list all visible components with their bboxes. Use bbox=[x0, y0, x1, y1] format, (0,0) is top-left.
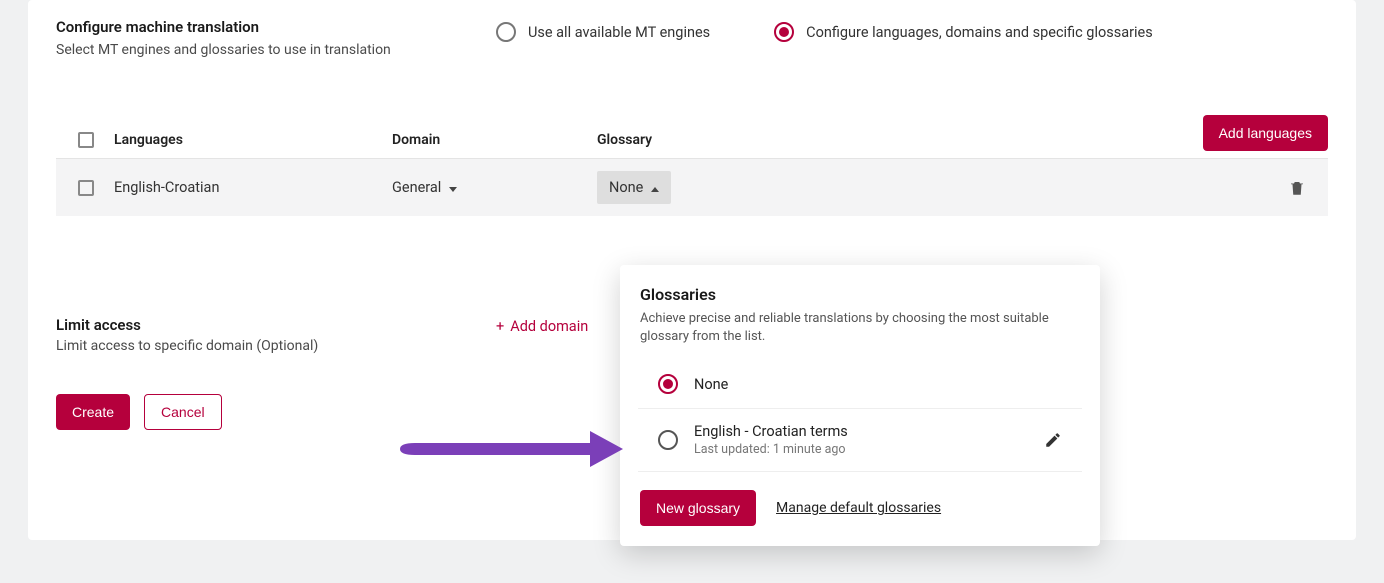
section-title: Configure machine translation bbox=[56, 18, 496, 36]
create-button[interactable]: Create bbox=[56, 394, 130, 430]
panel-footer: New glossary Manage default glossaries bbox=[620, 472, 1100, 526]
glossary-option-subtitle: Last updated: 1 minute ago bbox=[694, 442, 1044, 457]
limit-subtitle: Limit access to specific domain (Optiona… bbox=[56, 338, 496, 354]
glossary-panel: Glossaries Achieve precise and reliable … bbox=[620, 265, 1100, 546]
domain-dropdown[interactable]: General bbox=[392, 179, 597, 196]
chevron-down-icon bbox=[449, 179, 457, 196]
trash-icon bbox=[1288, 179, 1306, 197]
radio-icon bbox=[658, 430, 678, 450]
section-subtitle: Select MT engines and glossaries to use … bbox=[56, 42, 496, 58]
add-domain-button[interactable]: + Add domain bbox=[496, 316, 588, 335]
radio-icon bbox=[496, 22, 516, 42]
header-text: Configure machine translation Select MT … bbox=[56, 18, 496, 58]
select-all-checkbox[interactable] bbox=[78, 132, 94, 148]
radio-icon-selected bbox=[658, 374, 678, 394]
glossary-dropdown[interactable]: None bbox=[597, 171, 671, 204]
panel-description: Achieve precise and reliable translation… bbox=[620, 310, 1100, 360]
table-row: English-Croatian General None bbox=[56, 159, 1328, 216]
add-languages-button[interactable]: Add languages bbox=[1203, 115, 1328, 151]
table-header: Languages Domain Glossary bbox=[56, 122, 1328, 159]
glossary-option-none[interactable]: None bbox=[638, 360, 1082, 409]
pencil-icon bbox=[1044, 431, 1062, 449]
plus-icon: + bbox=[496, 318, 504, 335]
new-glossary-button[interactable]: New glossary bbox=[640, 490, 756, 526]
glossary-option-title: English - Croatian terms bbox=[694, 423, 1044, 440]
header-row: Configure machine translation Select MT … bbox=[56, 18, 1328, 58]
add-domain-label: Add domain bbox=[510, 318, 588, 335]
edit-glossary-button[interactable] bbox=[1044, 431, 1062, 449]
header-languages: Languages bbox=[114, 132, 392, 148]
panel-title: Glossaries bbox=[620, 285, 1100, 310]
radio-label: Use all available MT engines bbox=[528, 24, 710, 41]
glossary-option-title: None bbox=[694, 376, 1062, 393]
manage-glossaries-link[interactable]: Manage default glossaries bbox=[776, 500, 941, 516]
radio-label: Configure languages, domains and specifi… bbox=[806, 24, 1153, 41]
radio-configure[interactable]: Configure languages, domains and specifi… bbox=[774, 22, 1153, 42]
mode-radio-group: Use all available MT engines Configure l… bbox=[496, 18, 1153, 42]
radio-use-all[interactable]: Use all available MT engines bbox=[496, 22, 710, 42]
chevron-up-icon bbox=[651, 179, 659, 196]
top-actions: Add languages bbox=[1203, 115, 1328, 151]
glossary-option-item[interactable]: English - Croatian terms Last updated: 1… bbox=[638, 409, 1082, 472]
annotation-arrow bbox=[395, 425, 625, 477]
header-domain: Domain bbox=[392, 132, 597, 148]
header-glossary: Glossary bbox=[597, 132, 1266, 148]
languages-table: Languages Domain Glossary English-Croati… bbox=[56, 122, 1328, 216]
radio-icon-selected bbox=[774, 22, 794, 42]
header-checkbox-cell bbox=[78, 132, 114, 148]
glossary-value: None bbox=[609, 179, 643, 196]
domain-value: General bbox=[392, 179, 441, 196]
arrow-icon bbox=[395, 425, 625, 473]
limit-title: Limit access bbox=[56, 316, 496, 334]
row-checkbox[interactable] bbox=[78, 180, 94, 196]
cancel-button[interactable]: Cancel bbox=[144, 394, 222, 430]
delete-row-button[interactable] bbox=[1266, 179, 1306, 197]
row-languages: English-Croatian bbox=[114, 179, 392, 196]
